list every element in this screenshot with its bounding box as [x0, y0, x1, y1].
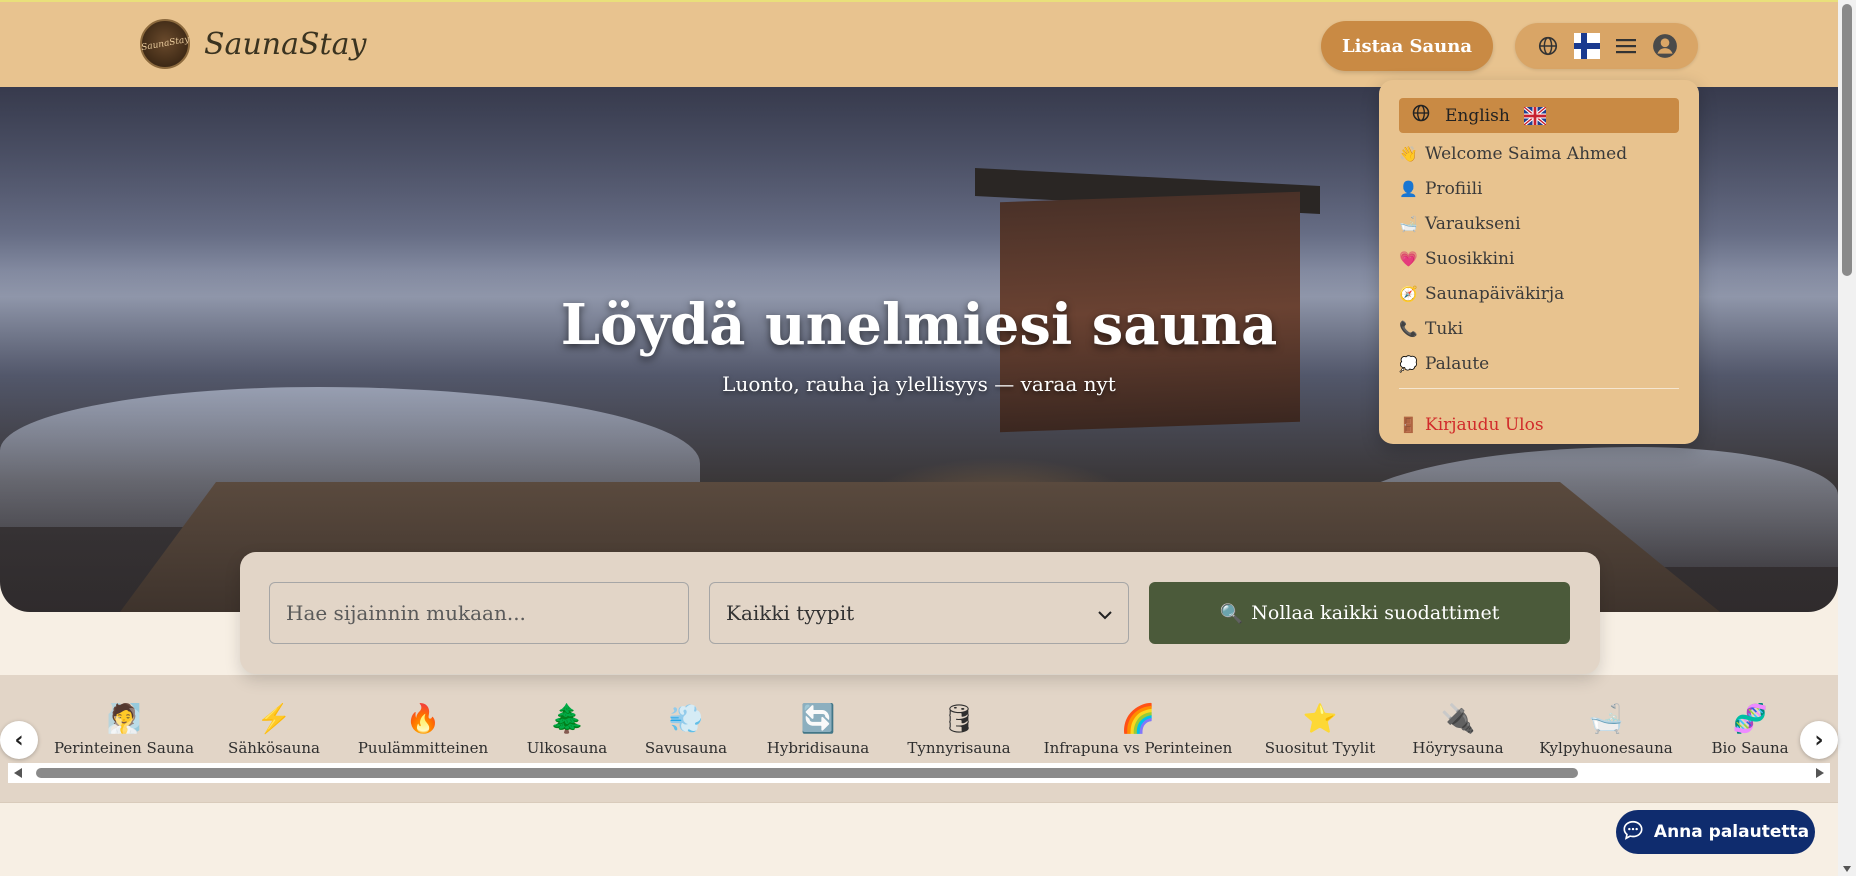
category-item[interactable]: ⭐ Suositut Tyylit	[1265, 701, 1376, 757]
menu-item-label: Suosikkini	[1425, 249, 1515, 269]
menu-item-label: Welcome Saima Ahmed	[1425, 144, 1628, 164]
category-label: Ulkosauna	[526, 739, 608, 757]
hamburger-menu-icon[interactable]	[1613, 33, 1639, 59]
menu-item-icon: 🧭	[1399, 285, 1418, 303]
category-item[interactable]: 🌲 Ulkosauna	[527, 701, 607, 757]
door-icon: 🚪	[1399, 416, 1418, 434]
category-label: Suositut Tyylit	[1264, 739, 1376, 757]
category-item[interactable]: 🌈 Infrapuna vs Perinteinen	[1044, 701, 1233, 757]
category-next-button[interactable]: ›	[1800, 721, 1838, 759]
scroll-down-arrow-icon[interactable]	[1842, 865, 1852, 873]
category-icon: 🔌	[1440, 702, 1476, 735]
logout-menu-item[interactable]: 🚪 Kirjaudu Ulos	[1399, 410, 1679, 440]
category-item[interactable]: 🔄 Hybridisauna	[767, 701, 869, 757]
menu-item[interactable]: 🧭 Saunapäiväkirja	[1399, 279, 1679, 309]
category-label: Höyrysauna	[1412, 739, 1504, 757]
category-item[interactable]: 🛢 Tynnyrisauna	[907, 701, 1010, 757]
sauna-type-select[interactable]: Kaikki tyypit	[709, 582, 1129, 644]
category-item[interactable]: ⚡ Sähkösauna	[228, 701, 320, 757]
menu-item-icon: 👋	[1399, 145, 1418, 163]
category-icon: 💨	[668, 702, 704, 735]
category-strip: 🧖 Perinteinen Sauna ⚡ Sähkösauna 🔥 Puulämmitt…	[0, 675, 1838, 803]
globe-icon	[1411, 103, 1431, 128]
language-switch-english[interactable]: English	[1399, 98, 1679, 133]
scroll-left-arrow-icon[interactable]	[13, 767, 23, 779]
feedback-label: Anna palautetta	[1653, 822, 1810, 842]
menu-item[interactable]: 👋 Welcome Saima Ahmed	[1399, 139, 1679, 169]
user-avatar-icon[interactable]	[1652, 33, 1678, 59]
menu-item-label: Tuki	[1425, 319, 1464, 339]
category-icon: 🌈	[1120, 702, 1156, 735]
page-vertical-scrollbar[interactable]	[1838, 0, 1856, 876]
category-icon: 🛁	[1588, 702, 1624, 735]
search-filter-card: Kaikki tyypit 🔍 Nollaa kaikki suodattime…	[240, 552, 1600, 674]
category-label: Infrapuna vs Perinteinen	[1043, 739, 1233, 757]
menu-item-label: Varaukseni	[1425, 214, 1521, 234]
scroll-right-arrow-icon[interactable]	[1815, 767, 1825, 779]
brand-logo-mark: SaunaStay	[140, 34, 190, 54]
category-label: Savusauna	[644, 739, 728, 757]
uk-flag-icon	[1523, 106, 1546, 125]
category-list: 🧖 Perinteinen Sauna ⚡ Sähkösauna 🔥 Puulämmitt…	[38, 701, 1798, 761]
globe-icon[interactable]	[1535, 33, 1561, 59]
menu-item[interactable]: 👤 Profiili	[1399, 174, 1679, 204]
menu-item-icon: 💗	[1399, 250, 1418, 268]
brand-logo-icon: SaunaStay	[140, 19, 190, 69]
category-icon: 🛢	[941, 702, 977, 735]
reset-filters-button[interactable]: 🔍 Nollaa kaikki suodattimet	[1149, 582, 1570, 644]
menu-item-icon: 👤	[1399, 180, 1418, 198]
menu-item-icon: 📞	[1399, 320, 1418, 338]
location-search-input[interactable]	[269, 582, 689, 644]
category-item[interactable]: 🧖 Perinteinen Sauna	[54, 701, 194, 757]
category-horizontal-scrollbar[interactable]	[8, 763, 1830, 783]
category-item[interactable]: 🔌 Höyrysauna	[1412, 701, 1503, 757]
sauna-type-selected: Kaikki tyypit	[726, 601, 855, 625]
menu-item-label: Saunapäiväkirja	[1425, 284, 1565, 304]
category-label: Perinteinen Sauna	[53, 739, 195, 757]
give-feedback-button[interactable]: Anna palautetta	[1616, 810, 1815, 854]
menu-item-icon: 🛁	[1399, 215, 1418, 233]
category-label: Puulämmitteinen	[357, 739, 489, 757]
category-icon: 🔄	[800, 702, 836, 735]
category-icon: 🧬	[1732, 702, 1768, 735]
category-label: Kylpyhuonesauna	[1539, 739, 1673, 757]
category-icon: 🧖	[106, 702, 142, 735]
category-prev-button[interactable]: ‹	[0, 721, 38, 759]
logout-label: Kirjaudu Ulos	[1425, 415, 1544, 435]
category-item[interactable]: 🔥 Puulämmitteinen	[358, 701, 488, 757]
category-icon: ⚡	[256, 702, 292, 735]
top-header: SaunaStay SaunaStay Listaa Sauna	[0, 0, 1838, 87]
menu-item[interactable]: 📞 Tuki	[1399, 314, 1679, 344]
category-item[interactable]: 🧬 Bio Sauna	[1711, 701, 1788, 757]
list-sauna-button[interactable]: Listaa Sauna	[1321, 21, 1493, 71]
menu-item-label: Profiili	[1425, 179, 1483, 199]
category-item[interactable]: 💨 Savusauna	[645, 701, 727, 757]
category-item[interactable]: 🛁 Kylpyhuonesauna	[1539, 701, 1672, 757]
chevron-down-icon	[1098, 601, 1112, 625]
category-icon: ⭐	[1302, 702, 1338, 735]
category-icon: 🔥	[405, 702, 441, 735]
user-dropdown-menu: English 👋 Welcome Saima Ahmed 👤 Profiili 🛁 Va…	[1379, 80, 1699, 444]
category-label: Sähkösauna	[228, 739, 320, 757]
menu-item-label: Palaute	[1425, 354, 1490, 374]
brand-name: SaunaStay	[204, 26, 367, 62]
magnifier-icon: 🔍	[1219, 602, 1244, 625]
brand-logo-link[interactable]: SaunaStay SaunaStay	[140, 19, 366, 69]
menu-divider	[1399, 388, 1679, 389]
menu-item-icon: 💭	[1399, 355, 1418, 373]
menu-item[interactable]: 💭 Palaute	[1399, 349, 1679, 379]
category-label: Tynnyrisauna	[907, 739, 1011, 757]
menu-item[interactable]: 🛁 Varaukseni	[1399, 209, 1679, 239]
vertical-scroll-thumb[interactable]	[1842, 4, 1852, 276]
reset-filters-label: Nollaa kaikki suodattimet	[1251, 602, 1500, 624]
horizontal-scroll-thumb[interactable]	[36, 768, 1578, 778]
category-label: Hybridisauna	[766, 739, 870, 757]
chat-bubble-icon	[1622, 819, 1644, 846]
category-icon: 🌲	[549, 702, 585, 735]
category-label: Bio Sauna	[1711, 739, 1789, 757]
menu-item[interactable]: 💗 Suosikkini	[1399, 244, 1679, 274]
user-menu-toggle[interactable]	[1515, 23, 1698, 69]
finland-flag-icon[interactable]	[1574, 33, 1601, 59]
language-label: English	[1445, 105, 1510, 126]
